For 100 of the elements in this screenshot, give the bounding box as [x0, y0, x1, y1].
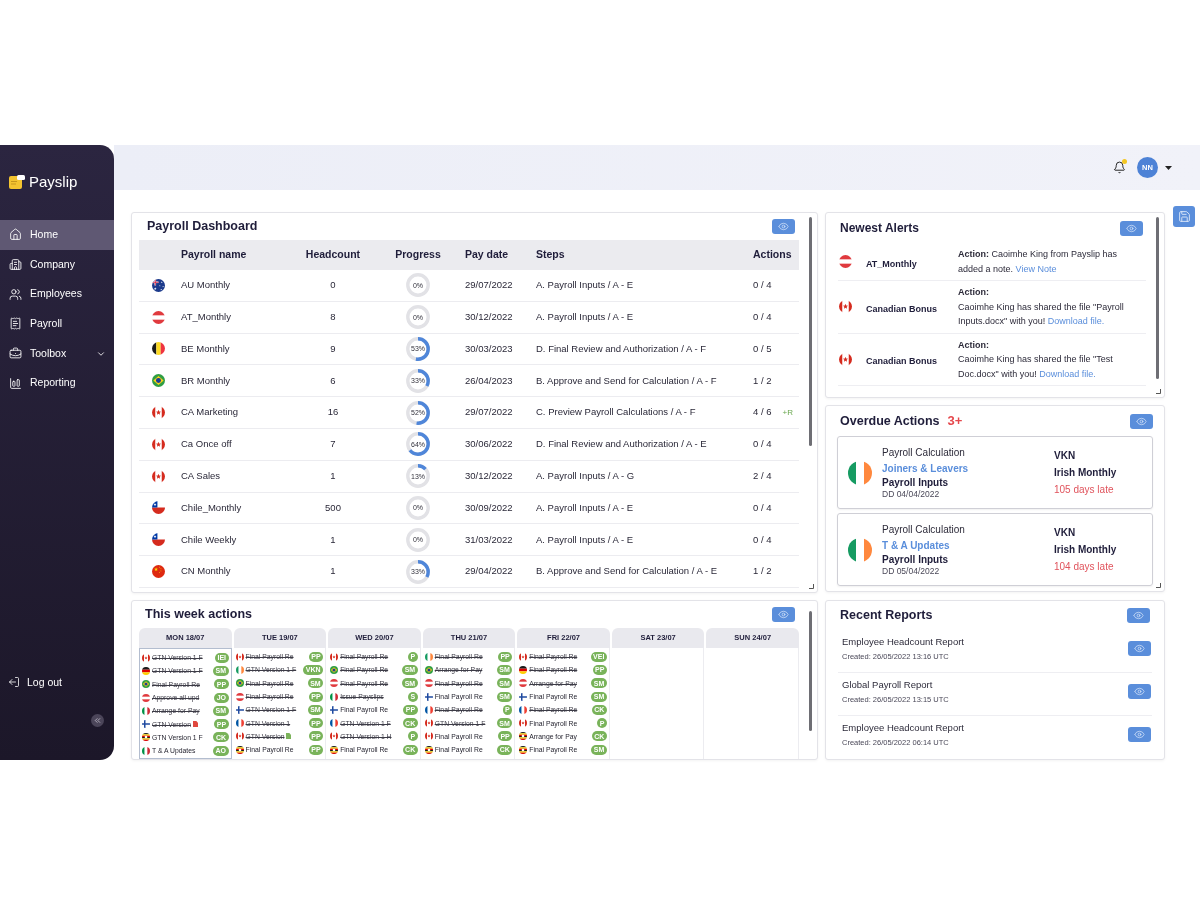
bell-icon[interactable]	[1113, 161, 1126, 174]
view-report-button[interactable]	[1128, 727, 1151, 742]
headcount-value: 7	[330, 437, 336, 452]
collapse-button[interactable]	[91, 714, 104, 727]
flag-icon	[424, 705, 433, 714]
flag-icon	[142, 706, 150, 715]
actions-count: 0 / 4	[753, 532, 772, 547]
eye-icon	[1134, 686, 1145, 697]
pay-date: 30/09/2022	[465, 500, 513, 515]
flag-icon	[151, 437, 165, 451]
download-link[interactable]: Download file.	[1047, 316, 1105, 326]
payroll-name: Chile Weekly	[181, 532, 237, 547]
flag-icon	[235, 652, 244, 661]
save-icon	[1177, 210, 1191, 223]
flag-icon	[424, 719, 433, 728]
flag-icon	[330, 719, 339, 728]
flag-icon	[142, 720, 150, 729]
payroll-name: BR Monthly	[181, 373, 231, 388]
resize-handle-icon[interactable]	[1156, 583, 1161, 588]
headcount-value: 9	[330, 341, 336, 356]
flag-icon	[235, 705, 244, 714]
view-button[interactable]	[1120, 220, 1143, 236]
headcount-value: 8	[330, 310, 336, 325]
card-title: Recent Reports	[840, 607, 933, 625]
headcount-value: 16	[327, 405, 339, 420]
flag-icon	[839, 352, 852, 366]
due-date: DD 05/04/2022	[882, 566, 940, 577]
days-late: 104 days late	[1054, 560, 1114, 574]
view-button[interactable]	[772, 219, 795, 234]
column-header: Pay date	[465, 247, 509, 263]
logout-link[interactable]: Log out	[8, 674, 63, 690]
nav-item[interactable]: Payroll	[0, 309, 114, 339]
nav-item[interactable]: Home	[0, 220, 114, 250]
view-button[interactable]	[772, 607, 795, 622]
step-text: A. Payroll Inputs / A - E	[536, 278, 634, 293]
flag-icon	[519, 652, 528, 661]
flag-icon	[330, 705, 339, 714]
flag-icon	[848, 460, 872, 485]
step-text: A. Payroll Inputs / A - E	[536, 500, 634, 515]
flag-icon	[519, 719, 528, 728]
flag-icon	[151, 565, 165, 579]
view-button[interactable]	[1130, 413, 1153, 429]
nav-item[interactable]: Toolbox	[0, 338, 114, 369]
report-name: Global Payroll Report	[842, 678, 933, 692]
flag-icon	[424, 652, 433, 661]
caret-down-icon[interactable]	[1165, 165, 1172, 170]
nav-item[interactable]: Reporting	[0, 368, 114, 399]
scrollbar-thumb[interactable]	[1155, 217, 1159, 379]
flag-icon	[142, 680, 150, 689]
nav-item[interactable]: Company	[0, 249, 114, 280]
alert-payroll-name: AT_Monthly	[866, 258, 917, 269]
alert-message: Caoimhe King has shared the file "Payroll Inputs.docx" with you! Download file.	[958, 300, 1125, 328]
eye-icon	[778, 221, 789, 232]
step-text: C. Preview Payroll Calculations / A - F	[536, 405, 696, 420]
nav-item[interactable]: Employees	[0, 279, 114, 310]
resize-handle-icon[interactable]	[809, 584, 814, 589]
pay-date: 26/04/2023	[465, 373, 513, 388]
due-date: DD 04/04/2022	[882, 489, 940, 500]
download-link[interactable]: Download file.	[1039, 368, 1096, 379]
flag-icon	[151, 310, 165, 324]
flag-icon	[151, 278, 165, 292]
view-report-button[interactable]	[1128, 684, 1151, 699]
step-text: A. Payroll Inputs / A - E	[536, 532, 634, 547]
save-button[interactable]	[1173, 206, 1195, 227]
flag-icon	[519, 732, 528, 741]
flag-icon	[330, 692, 339, 701]
payroll-name: AT_Monthly	[181, 310, 231, 325]
column-header: Headcount	[305, 247, 361, 263]
payroll-name: BE Monthly	[181, 341, 230, 356]
view-note-link[interactable]: View Note	[1015, 263, 1057, 274]
payroll-name: Irish Monthly	[1054, 466, 1117, 480]
scrollbar-thumb[interactable]	[809, 611, 812, 731]
overdue-count: 3+	[947, 412, 963, 431]
actions-count: 0 / 4	[753, 437, 772, 452]
view-report-button[interactable]	[1128, 641, 1151, 656]
scrollbar-thumb[interactable]	[809, 217, 812, 446]
headcount-value: 0	[330, 278, 336, 293]
flag-icon	[519, 745, 528, 754]
eye-icon	[1134, 643, 1145, 654]
flag-icon	[519, 679, 528, 688]
payroll-name: Chile_Monthly	[181, 500, 242, 515]
flag-icon	[330, 652, 339, 661]
flag-icon	[151, 342, 165, 356]
card-title: This week actions	[145, 606, 252, 624]
report-name: Employee Headcount Report	[842, 721, 964, 735]
bar-chart-icon	[9, 376, 22, 390]
pay-date: 31/03/2022	[465, 532, 513, 547]
actions-count: 0 / 4	[753, 500, 772, 515]
actions-count: 1 / 2	[753, 564, 772, 579]
receipt-icon	[9, 317, 22, 331]
view-button[interactable]	[1127, 608, 1150, 623]
actions-count: 1 / 2	[753, 373, 772, 388]
column-header: Payroll name	[181, 247, 247, 263]
actions-count: 0 / 4	[753, 278, 772, 293]
resize-handle-icon[interactable]	[1156, 389, 1161, 394]
progress-ring	[406, 337, 430, 361]
step-text: A. Payroll Inputs / A - G	[536, 469, 635, 484]
flag-icon	[235, 665, 244, 674]
actions-note: +R	[782, 406, 793, 419]
column-header: Steps	[536, 247, 565, 263]
